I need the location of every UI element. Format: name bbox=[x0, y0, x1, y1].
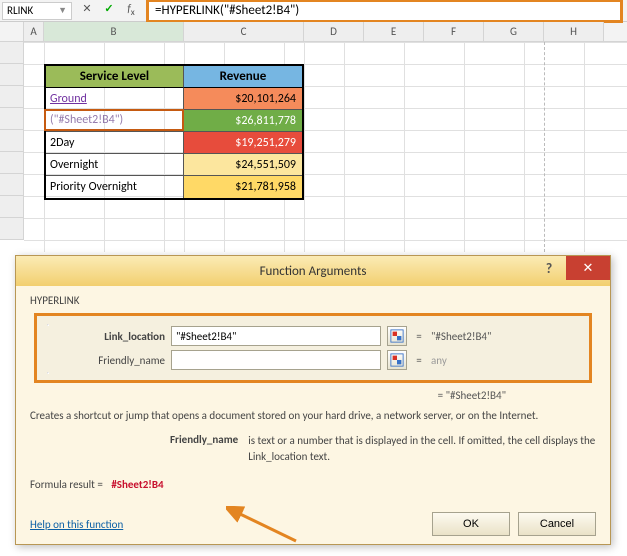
col-header-g[interactable]: G bbox=[484, 22, 544, 41]
cells-area[interactable]: Service Level Revenue Ground $20,101,264… bbox=[24, 42, 627, 252]
arg-result-value: any bbox=[431, 354, 447, 367]
cell-revenue[interactable]: $24,551,509 bbox=[184, 154, 302, 175]
cell-service[interactable]: Priority Overnight bbox=[46, 176, 184, 198]
cell-revenue[interactable]: $21,781,958 bbox=[184, 176, 302, 198]
param-text: is text or a number that is displayed in… bbox=[248, 433, 596, 464]
link-location-input[interactable] bbox=[171, 326, 381, 346]
col-header-f[interactable]: F bbox=[424, 22, 484, 41]
col-header-d[interactable]: D bbox=[304, 22, 364, 41]
row-headers bbox=[0, 42, 24, 252]
arguments-panel: Link_location = "#Sheet2!B4" Friendly_na… bbox=[34, 313, 592, 383]
formula-input-highlight: =HYPERLINK("#Sheet2!B4") bbox=[146, 0, 623, 23]
row-header[interactable] bbox=[0, 86, 24, 108]
formula-bar-buttons: ✕ ✓ fx bbox=[80, 2, 138, 18]
enter-icon[interactable]: ✓ bbox=[102, 2, 116, 18]
range-select-icon[interactable] bbox=[387, 326, 407, 346]
cell-service[interactable]: 2Day bbox=[46, 132, 184, 153]
cell-service[interactable]: Overnight bbox=[46, 154, 184, 175]
dialog-title: Function Arguments bbox=[260, 264, 367, 279]
equals-sign: = bbox=[413, 354, 425, 367]
cell-service[interactable]: Ground bbox=[46, 88, 184, 109]
param-name: Friendly_name bbox=[170, 433, 238, 464]
header-revenue[interactable]: Revenue bbox=[184, 66, 302, 88]
arg-row-link-location: Link_location = "#Sheet2!B4" bbox=[47, 324, 579, 348]
table-header-row: Service Level Revenue bbox=[46, 66, 302, 88]
col-header-c[interactable]: C bbox=[184, 22, 304, 41]
row-header[interactable] bbox=[0, 174, 24, 196]
name-box[interactable]: RLINK ▼ bbox=[2, 2, 72, 20]
cancel-button[interactable]: Cancel bbox=[518, 512, 596, 536]
column-headers: A B C D E F G H bbox=[0, 22, 627, 42]
ok-button[interactable]: OK bbox=[432, 512, 510, 536]
formula-input[interactable]: =HYPERLINK("#Sheet2!B4") bbox=[155, 3, 299, 18]
table-row: Overnight $24,551,509 bbox=[46, 154, 302, 176]
header-service-level[interactable]: Service Level bbox=[46, 66, 184, 88]
function-name-label: HYPERLINK bbox=[30, 294, 596, 307]
param-description: Friendly_name is text or a number that i… bbox=[30, 433, 596, 464]
friendly-name-input[interactable] bbox=[171, 350, 381, 370]
worksheet-grid: Service Level Revenue Ground $20,101,264… bbox=[0, 42, 627, 252]
col-header-b[interactable]: B bbox=[44, 22, 184, 41]
cell-revenue[interactable]: $19,251,279 bbox=[184, 132, 302, 153]
row-header[interactable] bbox=[0, 130, 24, 152]
equals-sign: = bbox=[413, 330, 425, 343]
row-header[interactable] bbox=[0, 196, 24, 218]
dialog-window-controls: ? ✕ bbox=[532, 256, 610, 280]
dialog-body: HYPERLINK Link_location = "#Sheet2!B4" F… bbox=[16, 286, 610, 544]
row-header[interactable] bbox=[0, 108, 24, 130]
col-header-h[interactable]: H bbox=[544, 22, 604, 41]
table-body: Ground $20,101,264 ("#Sheet2!B4") $26,81… bbox=[46, 88, 302, 198]
dialog-titlebar[interactable]: Function Arguments ? ✕ bbox=[16, 256, 610, 286]
row-header[interactable] bbox=[0, 64, 24, 86]
range-select-icon[interactable] bbox=[387, 350, 407, 370]
function-description: Creates a shortcut or jump that opens a … bbox=[30, 408, 596, 423]
arg-row-friendly-name: Friendly_name = any bbox=[47, 348, 579, 372]
function-arguments-dialog: Function Arguments ? ✕ HYPERLINK Link_lo… bbox=[15, 255, 611, 545]
gridline bbox=[304, 42, 305, 252]
close-icon[interactable]: ✕ bbox=[566, 256, 610, 280]
row-header[interactable] bbox=[0, 152, 24, 174]
formula-result-value: #Sheet2!B4 bbox=[111, 478, 163, 491]
dialog-footer: Help on this function OK Cancel bbox=[30, 512, 596, 536]
cell-revenue[interactable]: $26,811,778 bbox=[184, 110, 302, 131]
col-header-e[interactable]: E bbox=[364, 22, 424, 41]
help-link[interactable]: Help on this function bbox=[30, 518, 123, 531]
cancel-icon[interactable]: ✕ bbox=[80, 2, 94, 18]
select-all-corner[interactable] bbox=[0, 22, 24, 41]
formula-result-line: Formula result = #Sheet2!B4 bbox=[30, 478, 596, 491]
table-row: Ground $20,101,264 bbox=[46, 88, 302, 110]
hyperlink-text[interactable]: Ground bbox=[50, 92, 87, 106]
page-break-line bbox=[544, 42, 545, 252]
data-table: Service Level Revenue Ground $20,101,264… bbox=[44, 64, 304, 200]
arg-label: Link_location bbox=[47, 330, 165, 343]
formula-bar: RLINK ▼ ✕ ✓ fx =HYPERLINK("#Sheet2!B4") bbox=[0, 0, 627, 22]
table-row: 2Day $19,251,279 bbox=[46, 132, 302, 154]
table-row: Priority Overnight $21,781,958 bbox=[46, 176, 302, 198]
row-header[interactable] bbox=[0, 42, 24, 64]
table-row: ("#Sheet2!B4") $26,811,778 bbox=[46, 110, 302, 132]
fx-icon[interactable]: fx bbox=[124, 2, 138, 18]
formula-preview: = "#Sheet2!B4" bbox=[30, 389, 596, 402]
active-cell-editing[interactable]: ("#Sheet2!B4") bbox=[44, 109, 184, 131]
col-header-a[interactable]: A bbox=[24, 22, 44, 41]
arg-result-value: "#Sheet2!B4" bbox=[431, 330, 491, 343]
chevron-down-icon[interactable]: ▼ bbox=[58, 2, 67, 20]
formula-result-label: Formula result = bbox=[30, 478, 103, 491]
name-box-value: RLINK bbox=[7, 2, 33, 20]
cell-revenue[interactable]: $20,101,264 bbox=[184, 88, 302, 109]
row-header[interactable] bbox=[0, 218, 24, 240]
help-icon[interactable]: ? bbox=[532, 256, 566, 280]
arg-label: Friendly_name bbox=[47, 354, 165, 367]
dialog-buttons: OK Cancel bbox=[432, 512, 596, 536]
